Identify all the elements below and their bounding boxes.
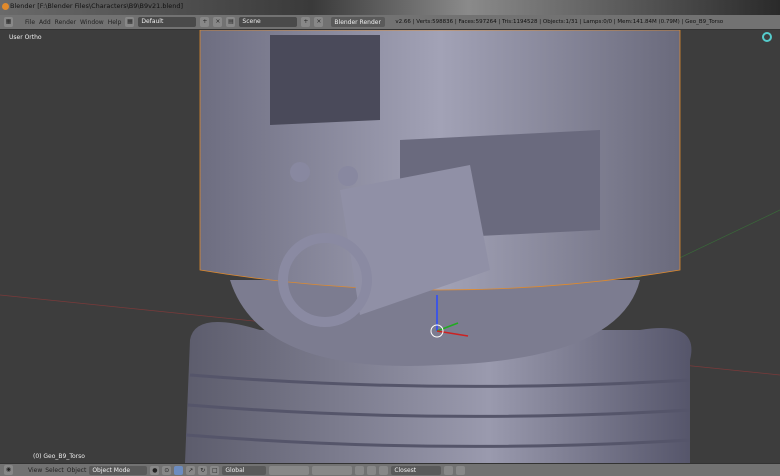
- layer-buttons[interactable]: [269, 465, 310, 475]
- mode-select[interactable]: Object Mode: [89, 465, 148, 475]
- menu-file[interactable]: File: [25, 19, 35, 26]
- torso-window: [270, 35, 380, 125]
- menu-select[interactable]: Select: [45, 467, 64, 474]
- translate-button[interactable]: ↗: [186, 465, 196, 475]
- scene-icon[interactable]: ▤: [226, 17, 236, 27]
- render-engine-select[interactable]: Blender Render: [331, 17, 386, 27]
- render-animation-button[interactable]: [456, 465, 466, 475]
- snap-toggle[interactable]: [379, 465, 389, 475]
- scene-add-button[interactable]: +: [301, 17, 311, 27]
- scene-stats: v2.66 | Verts:598836 | Faces:597264 | Tr…: [395, 19, 724, 25]
- editor-type-button[interactable]: ◉: [4, 465, 13, 475]
- 3d-view-header: ◉ View Select Object Object Mode ● ⊙ ↗ ↻…: [0, 463, 780, 476]
- 3d-viewport[interactable]: User Ortho (0) Geo_B9_Torso: [0, 30, 780, 463]
- pivot-button[interactable]: ⊙: [162, 465, 172, 475]
- manipulator-toggle[interactable]: [174, 465, 184, 475]
- layout-icon[interactable]: ▦: [125, 17, 135, 27]
- info-header: ▦ File Add Render Window Help ▦ Default …: [0, 15, 780, 30]
- menu-object[interactable]: Object: [67, 467, 87, 474]
- lock-layer-button[interactable]: [355, 465, 365, 475]
- scale-button[interactable]: □: [210, 465, 220, 475]
- rotate-button[interactable]: ↻: [198, 465, 208, 475]
- menu-help[interactable]: Help: [108, 19, 122, 26]
- window-title: Blender [F:\Blender Files\Characters\B9\…: [10, 2, 184, 10]
- shading-button[interactable]: ●: [150, 465, 160, 475]
- snap-target-select[interactable]: Closest: [391, 465, 442, 475]
- blender-logo-icon: [2, 3, 9, 10]
- menu-add[interactable]: Add: [39, 19, 51, 26]
- editor-type-button[interactable]: ▦: [4, 17, 13, 27]
- layout-field[interactable]: Default: [138, 17, 197, 27]
- render-preview-button[interactable]: [444, 465, 454, 475]
- knob-right: [338, 166, 358, 186]
- layer-buttons-2[interactable]: [312, 465, 353, 475]
- active-object-label: (0) Geo_B9_Torso: [33, 453, 85, 460]
- view-label: User Ortho: [9, 34, 42, 41]
- knob-left: [290, 162, 310, 182]
- scene-delete-button[interactable]: ×: [314, 17, 324, 27]
- proportional-edit-button[interactable]: [367, 465, 377, 475]
- title-bar: Blender [F:\Blender Files\Characters\B9\…: [0, 0, 780, 15]
- model-render: [0, 30, 780, 463]
- layout-delete-button[interactable]: ×: [213, 17, 223, 27]
- scene-field[interactable]: Scene: [239, 17, 298, 27]
- menu-window[interactable]: Window: [80, 19, 104, 26]
- menu-view[interactable]: View: [28, 467, 42, 474]
- navigation-icon[interactable]: [762, 32, 772, 42]
- layout-add-button[interactable]: +: [200, 17, 210, 27]
- menu-render[interactable]: Render: [55, 19, 76, 26]
- orientation-select[interactable]: Global: [222, 465, 267, 475]
